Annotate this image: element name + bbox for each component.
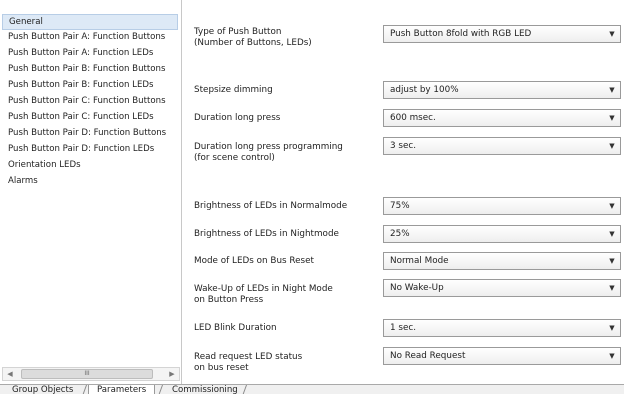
parameter-tree: General Push Button Pair A: Function But…	[2, 14, 180, 190]
param-label: LED Blink Duration	[194, 323, 277, 333]
param-label: Wake-Up of LEDs in Night Mode on Button …	[194, 284, 333, 305]
chevron-down-icon: ▼	[609, 257, 615, 265]
tree-item-pair-b-leds[interactable]: Push Button Pair B: Function LEDs	[2, 78, 180, 94]
dropdown-value: 1 sec.	[390, 323, 417, 333]
chevron-down-icon: ▼	[609, 202, 615, 210]
param-label: Stepsize dimming	[194, 85, 273, 95]
chevron-down-icon: ▼	[609, 230, 615, 238]
param-label: Type of Push Button (Number of Buttons, …	[194, 27, 312, 48]
tree-item-alarms[interactable]: Alarms	[2, 174, 180, 190]
tree-item-pair-d-leds[interactable]: Push Button Pair D: Function LEDs	[2, 142, 180, 158]
dropdown-value: 600 msec.	[390, 113, 436, 123]
read-request-led-status-dropdown[interactable]: No Read Request ▼	[383, 347, 621, 365]
chevron-down-icon: ▼	[609, 86, 615, 94]
tree-item-pair-c-leds[interactable]: Push Button Pair C: Function LEDs	[2, 110, 180, 126]
long-press-programming-dropdown[interactable]: 3 sec. ▼	[383, 137, 621, 155]
chevron-down-icon: ▼	[609, 142, 615, 150]
tab-separator	[81, 385, 88, 394]
brightness-night-dropdown[interactable]: 25% ▼	[383, 225, 621, 243]
tab-group-objects[interactable]: Group Objects	[4, 385, 81, 394]
chevron-down-icon: ▼	[609, 324, 615, 332]
scroll-right-arrow-icon[interactable]: ▶	[165, 368, 179, 380]
param-label: Brightness of LEDs in Normalmode	[194, 201, 348, 211]
chevron-down-icon: ▼	[609, 352, 615, 360]
param-label: Brightness of LEDs in Nightmode	[194, 229, 339, 239]
stepsize-dimming-dropdown[interactable]: adjust by 100% ▼	[383, 81, 621, 99]
dropdown-value: 75%	[390, 201, 410, 211]
dropdown-value: Push Button 8fold with RGB LED	[390, 29, 532, 39]
duration-long-press-dropdown[interactable]: 600 msec. ▼	[383, 109, 621, 127]
param-label: Duration long press	[194, 113, 281, 123]
dropdown-value: No Read Request	[390, 351, 466, 361]
push-button-type-dropdown[interactable]: Push Button 8fold with RGB LED ▼	[383, 25, 621, 43]
dropdown-value: 3 sec.	[390, 141, 417, 151]
dropdown-value: No Wake-Up	[390, 283, 444, 293]
tree-item-general[interactable]: General	[2, 14, 178, 30]
param-label: Mode of LEDs on Bus Reset	[194, 256, 314, 266]
horizontal-scrollbar[interactable]: ◀ III ▶	[2, 367, 180, 381]
wake-up-night-mode-dropdown[interactable]: No Wake-Up ▼	[383, 279, 621, 297]
parameter-tree-panel: General Push Button Pair A: Function But…	[0, 0, 182, 384]
chevron-down-icon: ▼	[609, 30, 615, 38]
parameters-panel: Type of Push Button (Number of Buttons, …	[183, 0, 624, 384]
dropdown-value: adjust by 100%	[390, 85, 459, 95]
tree-item-pair-b-buttons[interactable]: Push Button Pair B: Function Buttons	[2, 62, 180, 78]
led-mode-bus-reset-dropdown[interactable]: Normal Mode ▼	[383, 252, 621, 270]
tree-item-pair-d-buttons[interactable]: Push Button Pair D: Function Buttons	[2, 126, 180, 142]
tab-parameters[interactable]: Parameters	[88, 385, 156, 394]
scroll-left-arrow-icon[interactable]: ◀	[3, 368, 17, 380]
brightness-normal-dropdown[interactable]: 75% ▼	[383, 197, 621, 215]
chevron-down-icon: ▼	[609, 284, 615, 292]
scrollbar-thumb[interactable]: III	[21, 369, 153, 379]
tree-item-orientation-leds[interactable]: Orientation LEDs	[2, 158, 180, 174]
tab-commissioning[interactable]: Commissioning	[164, 385, 246, 394]
bottom-tab-bar: Group Objects Parameters Commissioning	[0, 384, 624, 394]
tree-item-pair-a-leds[interactable]: Push Button Pair A: Function LEDs	[2, 46, 180, 62]
param-label: Read request LED status on bus reset	[194, 352, 303, 373]
dropdown-value: 25%	[390, 229, 410, 239]
tree-item-pair-c-buttons[interactable]: Push Button Pair C: Function Buttons	[2, 94, 180, 110]
chevron-down-icon: ▼	[609, 114, 615, 122]
tab-separator	[157, 385, 164, 394]
param-label: Duration long press programming (for sce…	[194, 142, 343, 163]
dropdown-value: Normal Mode	[390, 256, 449, 266]
led-blink-duration-dropdown[interactable]: 1 sec. ▼	[383, 319, 621, 337]
tree-item-pair-a-buttons[interactable]: Push Button Pair A: Function Buttons	[2, 30, 180, 46]
